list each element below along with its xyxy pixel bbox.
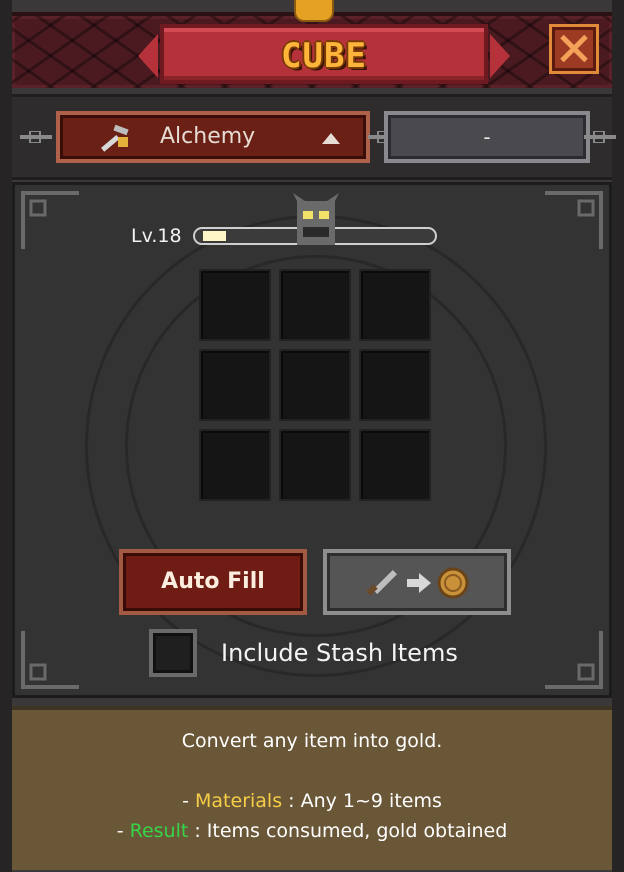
cube-slot[interactable] (279, 349, 351, 421)
sword-icon (366, 569, 398, 596)
triangle-up-icon (322, 133, 340, 144)
cube-slot-grid (199, 269, 433, 503)
result-prefix: - (116, 820, 130, 842)
convert-icons (366, 567, 469, 599)
description-panel: Convert any item into gold. - Materials … (12, 706, 612, 870)
materials-value: : Any 1~9 items (282, 790, 442, 812)
pickaxe-icon (101, 124, 129, 152)
result-key: Result (129, 820, 189, 842)
materials-key: Materials (195, 790, 283, 812)
cube-slot[interactable] (359, 349, 431, 421)
result-line: - Result : Items consumed, gold obtained (12, 820, 612, 842)
description-line: Convert any item into gold. (181, 730, 443, 752)
secondary-dropdown[interactable]: - (384, 111, 590, 163)
cube-slot[interactable] (359, 269, 431, 341)
owl-cube-icon (293, 193, 339, 245)
cube-window: CUBE Alchemy - Lv.18 Auto Fill Include S… (0, 0, 624, 872)
include-stash-checkbox[interactable] (149, 629, 197, 677)
corner-ornament-icon (21, 631, 79, 689)
result-value: : Items consumed, gold obtained (188, 820, 508, 842)
cube-slot[interactable] (199, 349, 271, 421)
window-left-edge (0, 0, 12, 872)
convert-to-gold-button[interactable] (323, 549, 511, 615)
cube-level: Lv.18 (131, 225, 182, 247)
chain-ornament-icon (20, 131, 52, 143)
cube-slot[interactable] (359, 429, 431, 501)
window-header: CUBE (12, 12, 612, 88)
close-button[interactable] (549, 24, 599, 74)
alchemy-dropdown[interactable]: Alchemy (56, 111, 370, 163)
chain-ornament-icon (584, 131, 616, 143)
arrow-right-icon (407, 573, 431, 593)
corner-ornament-icon (545, 191, 603, 249)
cube-slot[interactable] (199, 429, 271, 501)
auto-fill-label: Auto Fill (161, 569, 265, 594)
window-title: CUBE (281, 36, 367, 76)
title-plate: CUBE (138, 24, 510, 84)
materials-prefix: - (182, 790, 196, 812)
auto-fill-button[interactable]: Auto Fill (119, 549, 307, 615)
include-stash-label: Include Stash Items (221, 639, 458, 667)
gold-coin-icon (437, 567, 469, 599)
cube-slot[interactable] (279, 429, 351, 501)
materials-line: - Materials : Any 1~9 items (12, 790, 612, 812)
corner-ornament-icon (21, 191, 79, 249)
cube-slot[interactable] (199, 269, 271, 341)
cube-slot[interactable] (279, 269, 351, 341)
cube-main-panel: Lv.18 Auto Fill Include Stash Items (12, 182, 612, 698)
xp-progress-fill (203, 231, 226, 241)
title-gem-ornament (294, 0, 334, 22)
category-tab-row: Alchemy - (12, 94, 616, 180)
secondary-dropdown-label: - (483, 125, 491, 149)
corner-ornament-icon (545, 631, 603, 689)
dropdown-label: Alchemy (160, 124, 256, 149)
